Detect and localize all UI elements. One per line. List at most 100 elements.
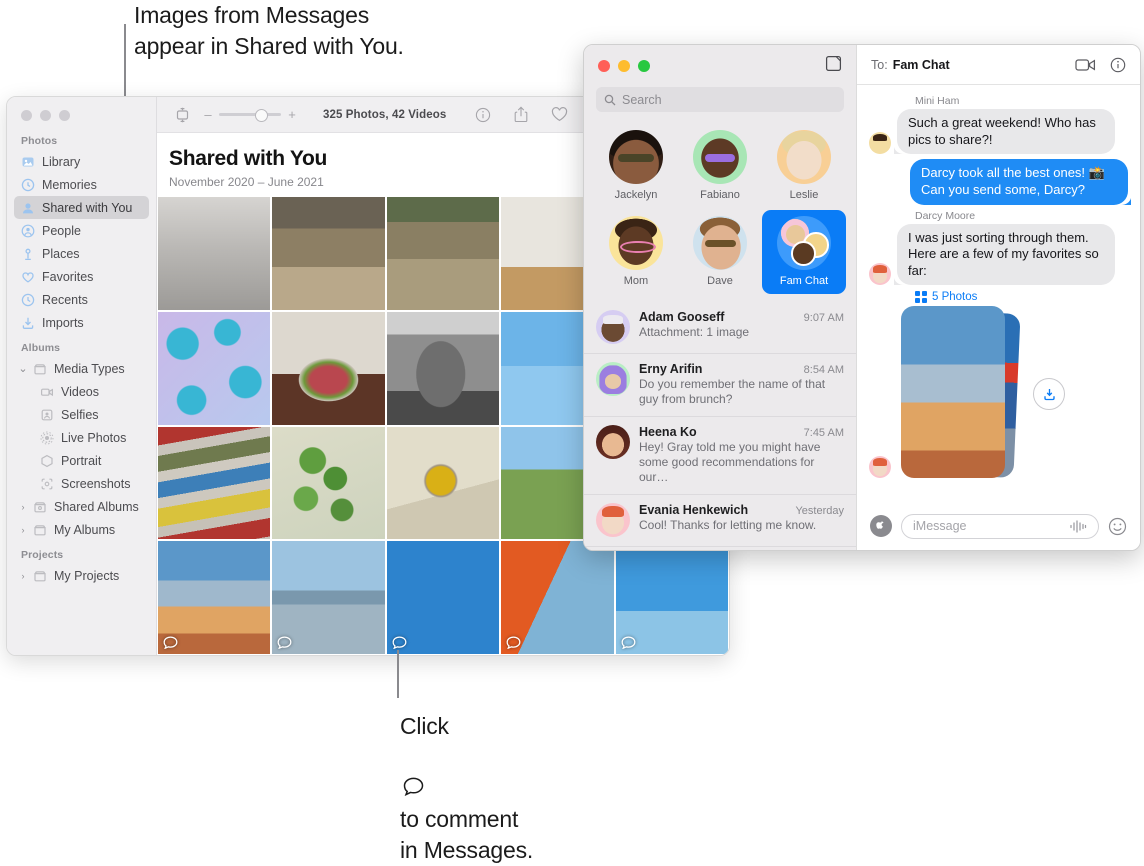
message-bubble[interactable]: Darcy took all the best ones! 📸 Can you … xyxy=(910,159,1131,205)
comment-bubble-icon[interactable] xyxy=(506,636,521,650)
sidebar-item-label: Media Types xyxy=(54,361,125,376)
imessage-input[interactable]: iMessage xyxy=(901,513,1099,539)
sidebar-item-recents[interactable]: Recents xyxy=(14,288,149,311)
photo-thumbnail-family-wading-in-sea[interactable] xyxy=(272,541,385,654)
sidebar-item-my-albums[interactable]: › My Albums xyxy=(14,518,149,541)
sidebar-item-selfies[interactable]: Selfies xyxy=(14,403,149,426)
close-button[interactable] xyxy=(21,110,32,121)
close-button[interactable] xyxy=(598,60,610,72)
conversation-name: Erny Arifin xyxy=(639,362,703,376)
zoom-slider-knob[interactable] xyxy=(255,108,268,122)
zoom-out-label[interactable]: – xyxy=(203,107,213,122)
photos-sidebar: Photos Library Memories Shared with You Peop… xyxy=(7,97,157,655)
portrait-icon xyxy=(40,454,54,468)
zoom-slider[interactable]: – + xyxy=(203,107,297,122)
conversation-list-item[interactable]: Adam Gooseff 9:07 AM Attachment: 1 image xyxy=(584,302,856,354)
compose-icon[interactable] xyxy=(825,55,842,77)
conversation-list-item[interactable]: Heena Ko 7:45 AM Hey! Gray told me you mig… xyxy=(584,417,856,495)
photo-thumbnail-stacked-colored-pipes[interactable] xyxy=(158,426,271,540)
message-thread: To: Fam Chat Mini Ham Such a great weeken… xyxy=(856,45,1140,550)
shared-icon xyxy=(21,201,35,215)
zoom-in-label[interactable]: + xyxy=(287,107,297,122)
comment-bubble-icon xyxy=(403,742,424,804)
photo-thumbnail-woman-pink-top-sunset[interactable] xyxy=(158,541,271,654)
zoom-button[interactable] xyxy=(638,60,650,72)
photo-thumbnail-blue-floral-fabric[interactable] xyxy=(158,311,271,425)
sidebar-item-shared-albums[interactable]: › Shared Albums xyxy=(14,495,149,518)
photo-thumbnail-child-jumping-water[interactable] xyxy=(386,197,500,310)
avatar-jackelyn xyxy=(609,130,663,184)
disclosure-right-icon[interactable]: › xyxy=(18,502,28,512)
photo-thumbnail-bw-woman-curly-hair[interactable] xyxy=(386,311,500,425)
zoom-button[interactable] xyxy=(59,110,70,121)
sidebar-item-label: Recents xyxy=(42,292,88,307)
info-icon[interactable] xyxy=(470,102,496,128)
heart-icon[interactable] xyxy=(546,102,572,128)
message-bubble[interactable]: Such a great weekend! Who has pics to sh… xyxy=(894,109,1115,155)
messages-titlebar xyxy=(584,45,856,87)
callout-top-text: Images from Messages appear in Shared wi… xyxy=(134,2,404,60)
disclosure-right-icon[interactable]: › xyxy=(18,571,28,581)
pinned-conversation-fam-chat[interactable]: Fam Chat xyxy=(762,210,846,294)
sidebar-item-imports[interactable]: Imports xyxy=(14,311,149,334)
audio-waveform-icon[interactable] xyxy=(1069,519,1087,533)
pinned-conversations[interactable]: Jackelyn Fabiano Leslie Mom Dave Fam Chat xyxy=(584,122,856,300)
sidebar-item-people[interactable]: People xyxy=(14,219,149,242)
photo-thumbnail-yellow-bowl-on-table[interactable] xyxy=(386,426,500,540)
pinned-conversation-label: Jackelyn xyxy=(614,189,658,201)
thread-recipient[interactable]: Fam Chat xyxy=(893,58,950,72)
app-store-icon[interactable] xyxy=(870,515,892,537)
sidebar-item-media-types[interactable]: ⌄ Media Types xyxy=(14,357,149,380)
photo-thumbnail-boy-and-father-portrait[interactable] xyxy=(615,541,728,654)
photo-thumbnail-boy-with-popsicle[interactable] xyxy=(386,541,500,654)
sidebar-item-places[interactable]: Places xyxy=(14,242,149,265)
photo-thumbnail-child-yellow-float-river[interactable] xyxy=(272,197,385,310)
stacked-photo-front[interactable] xyxy=(901,306,1005,479)
photo-thumbnail-bw-silhouette-portrait[interactable] xyxy=(158,197,271,310)
pinned-conversation-leslie[interactable]: Leslie xyxy=(762,124,846,208)
callout-bottom-text: Click to comment in Messages. xyxy=(400,680,830,866)
conversation-body: Evania Henkewich Yesterday Cool! Thanks fo… xyxy=(639,503,844,537)
photos-window-controls[interactable] xyxy=(21,110,70,121)
search-input[interactable]: Search xyxy=(596,87,844,112)
sidebar-item-library[interactable]: Library xyxy=(14,150,149,173)
pinned-conversation-jackelyn[interactable]: Jackelyn xyxy=(594,124,678,208)
sidebar-item-shared-with-you[interactable]: Shared with You xyxy=(14,196,149,219)
zoom-slider-track[interactable] xyxy=(219,108,281,122)
pinned-conversation-mom[interactable]: Mom xyxy=(594,210,678,294)
pinned-conversation-fabiano[interactable]: Fabiano xyxy=(678,124,762,208)
photo-thumbnail-bowl-of-fruit[interactable] xyxy=(272,311,385,425)
info-icon[interactable] xyxy=(1110,57,1126,73)
conversation-list-item[interactable]: Evania Henkewich Yesterday Cool! Thanks fo… xyxy=(584,495,856,547)
photo-thumbnail-green-leaves-branch[interactable] xyxy=(272,426,385,540)
conversation-list-item[interactable]: Erny Arifin 8:54 AM Do you remember the na… xyxy=(584,354,856,417)
comment-bubble-icon[interactable] xyxy=(163,636,178,650)
minimize-button[interactable] xyxy=(618,60,630,72)
pinned-conversation-dave[interactable]: Dave xyxy=(678,210,762,294)
smiley-icon[interactable] xyxy=(1108,517,1127,536)
video-camera-icon[interactable] xyxy=(1075,58,1096,72)
disclosure-down-icon[interactable]: ⌄ xyxy=(18,363,28,374)
photo-stack[interactable] xyxy=(897,306,1021,482)
attachment-photos-label[interactable]: 5 Photos xyxy=(915,291,1128,304)
display-icon[interactable] xyxy=(169,102,195,128)
sidebar-item-label: Favorites xyxy=(42,269,94,284)
comment-bubble-icon[interactable] xyxy=(621,636,636,650)
minimize-button[interactable] xyxy=(40,110,51,121)
sidebar-item-my-projects[interactable]: › My Projects xyxy=(14,564,149,587)
comment-bubble-icon[interactable] xyxy=(392,636,407,650)
sidebar-item-portrait[interactable]: Portrait xyxy=(14,449,149,472)
comment-bubble-icon[interactable] xyxy=(277,636,292,650)
sidebar-item-screenshots[interactable]: Screenshots xyxy=(14,472,149,495)
disclosure-right-icon[interactable]: › xyxy=(18,525,28,535)
download-icon[interactable] xyxy=(1033,378,1065,411)
sidebar-item-memories[interactable]: Memories xyxy=(14,173,149,196)
sidebar-item-live-photos[interactable]: Live Photos xyxy=(14,426,149,449)
conversation-list[interactable]: Adam Gooseff 9:07 AM Attachment: 1 image Er… xyxy=(584,300,856,550)
sidebar-item-videos[interactable]: Videos xyxy=(14,380,149,403)
photo-thumbnail-man-with-orange-umbrella[interactable] xyxy=(501,541,614,654)
share-icon[interactable] xyxy=(508,102,534,128)
message-bubble[interactable]: I was just sorting through them. Here ar… xyxy=(894,223,1115,286)
sidebar-item-favorites[interactable]: Favorites xyxy=(14,265,149,288)
messages-window-controls[interactable] xyxy=(598,60,650,72)
